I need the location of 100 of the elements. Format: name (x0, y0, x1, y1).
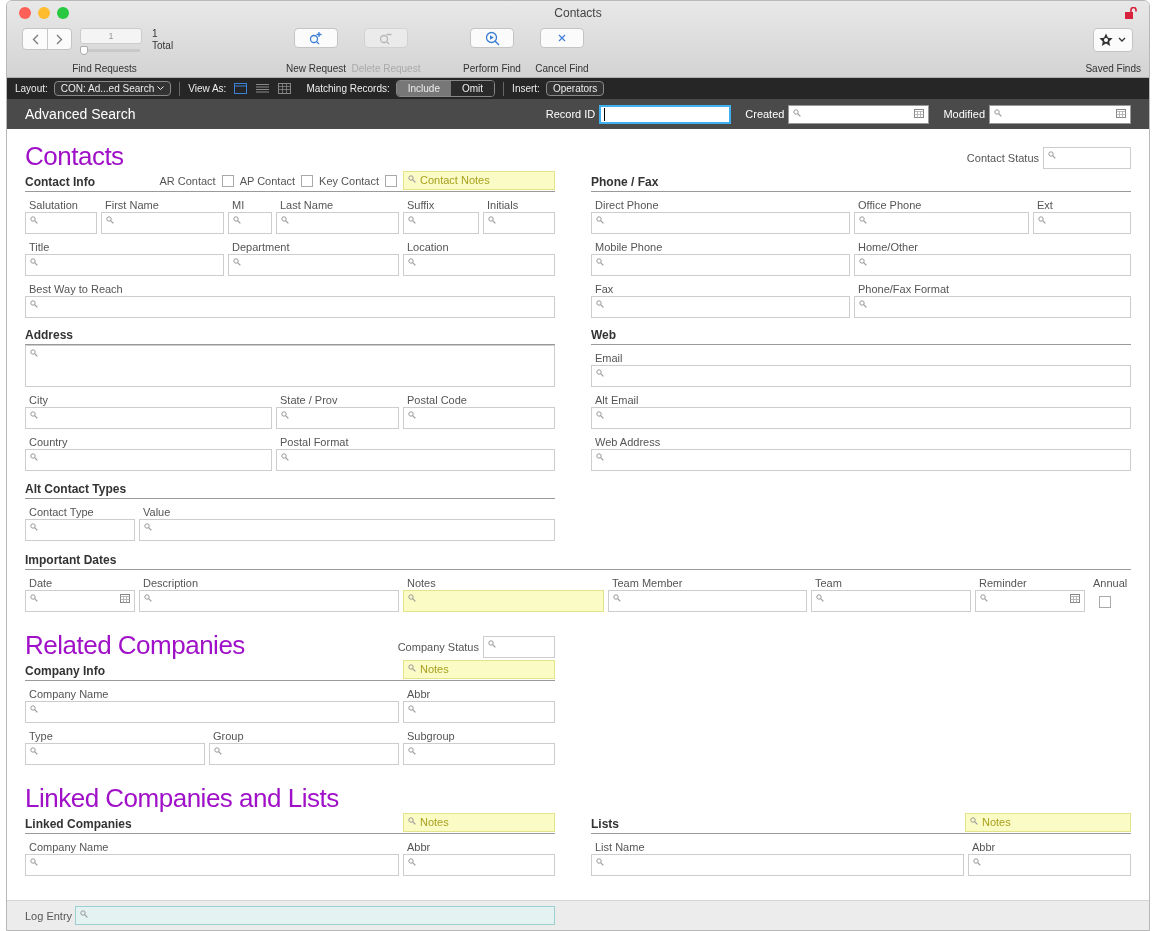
notes-field[interactable]: Notes (403, 660, 555, 679)
search-field[interactable] (854, 212, 1029, 234)
toolbar-button[interactable] (540, 28, 584, 48)
calendar-icon[interactable] (914, 108, 925, 118)
field-label: Phone/Fax Format (857, 282, 951, 296)
section-title: Linked Companies and Lists (25, 783, 339, 813)
search-field[interactable] (25, 854, 399, 876)
section-heading: Contact Info (25, 175, 95, 190)
search-field[interactable] (1043, 147, 1131, 169)
search-field[interactable] (228, 212, 272, 234)
request-slider[interactable] (80, 46, 140, 55)
request-number-field[interactable]: 1 (80, 28, 142, 44)
search-field[interactable] (403, 212, 479, 234)
search-icon (970, 817, 978, 825)
search-field[interactable] (25, 254, 224, 276)
search-field[interactable] (483, 636, 555, 658)
search-field[interactable] (25, 701, 399, 723)
search-field[interactable] (139, 590, 399, 612)
log-entry-field[interactable] (75, 906, 556, 925)
search-field[interactable] (591, 854, 964, 876)
search-field[interactable] (591, 212, 850, 234)
search-icon (980, 594, 988, 602)
search-field[interactable] (591, 449, 1131, 471)
search-play-icon (484, 30, 500, 46)
text-field[interactable] (599, 104, 732, 124)
search-field[interactable] (591, 296, 850, 318)
search-field[interactable] (811, 590, 971, 612)
search-icon (408, 216, 416, 224)
search-field[interactable] (968, 854, 1131, 876)
view-button[interactable] (254, 81, 271, 96)
toolbar-button[interactable] (294, 28, 338, 48)
field-label: Company Name (28, 687, 110, 701)
search-field[interactable] (25, 407, 272, 429)
toolbar-button[interactable] (470, 28, 514, 48)
date-field[interactable] (788, 104, 930, 124)
search-field[interactable] (276, 407, 399, 429)
search-field[interactable] (209, 743, 399, 765)
search-field[interactable] (276, 449, 555, 471)
section-heading: Alt Contact Types (25, 482, 127, 497)
search-icon (596, 216, 604, 224)
calendar-icon[interactable] (1116, 108, 1126, 118)
chevron-down-icon (157, 86, 165, 91)
search-icon (859, 258, 867, 266)
notes-field[interactable]: Notes (403, 813, 555, 832)
field-label: Company Name (28, 840, 110, 854)
minimize-window-button[interactable] (38, 7, 50, 19)
search-field[interactable] (591, 254, 850, 276)
search-field[interactable] (608, 590, 807, 612)
request-count: 1 (152, 28, 159, 40)
search-field[interactable] (101, 212, 224, 234)
view-button[interactable] (232, 81, 249, 96)
search-field[interactable] (483, 212, 555, 234)
search-field[interactable] (1033, 212, 1131, 234)
field-label: Mobile Phone (594, 240, 664, 254)
search-icon (596, 453, 604, 461)
search-field[interactable] (25, 743, 205, 765)
search-field[interactable] (975, 590, 1085, 612)
search-field[interactable] (591, 365, 1131, 387)
operators-button[interactable]: Operators (545, 81, 605, 96)
calendar-icon[interactable] (120, 594, 130, 603)
search-field[interactable] (591, 407, 1131, 429)
search-field[interactable] (403, 743, 555, 765)
view-as-label: View As: (188, 83, 227, 94)
date-field[interactable] (989, 104, 1131, 124)
checkbox[interactable] (221, 174, 234, 187)
notes-field[interactable] (403, 590, 604, 612)
checkbox[interactable] (385, 174, 397, 187)
field-label: Salutation (28, 198, 79, 212)
field-label: Abbr (971, 840, 997, 854)
search-field[interactable] (228, 254, 399, 276)
search-field[interactable] (139, 519, 555, 541)
search-field[interactable] (25, 345, 555, 387)
search-field[interactable] (403, 854, 555, 876)
checkbox[interactable] (301, 174, 314, 187)
search-field[interactable] (854, 296, 1131, 318)
search-icon (106, 216, 114, 224)
notes-field[interactable]: Contact Notes (403, 171, 555, 190)
search-field[interactable] (25, 296, 555, 318)
checkbox-label: Key Contact (319, 174, 379, 187)
slider-thumb[interactable] (80, 46, 88, 55)
close-window-button[interactable] (19, 7, 31, 19)
search-field[interactable] (403, 701, 555, 723)
zoom-window-button[interactable] (57, 7, 69, 19)
calendar-icon[interactable] (1070, 594, 1080, 603)
layout-dropdown[interactable]: CON: Ad...ed Search (53, 81, 172, 96)
search-field[interactable] (25, 590, 135, 612)
search-field[interactable] (403, 407, 555, 429)
search-field[interactable] (25, 449, 272, 471)
search-field[interactable] (276, 212, 399, 234)
search-field[interactable] (854, 254, 1131, 276)
checkbox[interactable] (1099, 596, 1111, 608)
close-icon (558, 34, 566, 42)
search-field[interactable] (403, 254, 555, 276)
segment-button[interactable]: Include (396, 81, 451, 96)
segment-button[interactable]: Omit (451, 81, 495, 96)
saved-finds-button[interactable] (1093, 28, 1134, 52)
search-field[interactable] (25, 212, 97, 234)
notes-field[interactable]: Notes (965, 813, 1131, 832)
view-button[interactable] (276, 81, 293, 96)
search-field[interactable] (25, 519, 135, 541)
